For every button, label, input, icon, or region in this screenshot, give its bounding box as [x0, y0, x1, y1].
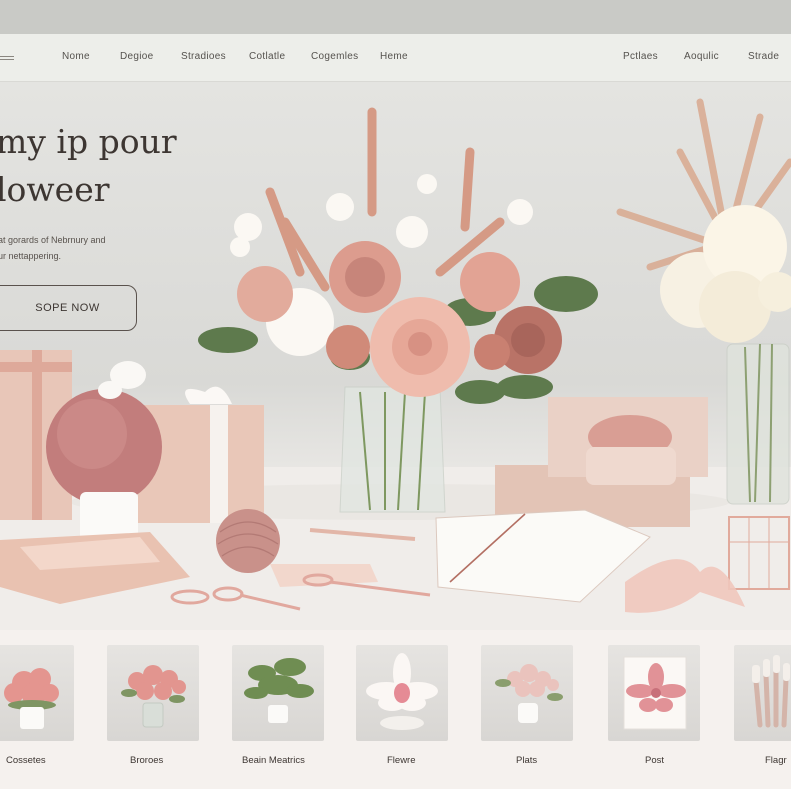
- white-lily-bowl-icon: [366, 653, 438, 730]
- category-card-image: [608, 645, 700, 741]
- category-label-cossetes[interactable]: Cossetes: [6, 755, 46, 766]
- nav-item-nome[interactable]: Nome: [62, 51, 90, 62]
- pink-carnation-pot-icon: [4, 668, 59, 729]
- hero-title-line-1: my ip pour: [0, 122, 177, 161]
- category-card-image: [0, 645, 74, 741]
- category-label-flagr[interactable]: Flagr: [765, 755, 787, 766]
- category-card-plats[interactable]: [481, 645, 573, 741]
- green-fern-pot-icon: [244, 658, 314, 723]
- hero-subtitle-line-1: at gorards of Nebrnury and: [0, 235, 106, 245]
- category-card-broroes[interactable]: [107, 645, 199, 741]
- blush-flower-vase-icon: [495, 664, 563, 723]
- brush-set-icon: [752, 655, 790, 728]
- category-card-flewre[interactable]: [356, 645, 448, 741]
- category-card-image: [107, 645, 199, 741]
- nav-item-stradioes[interactable]: Stradioes: [181, 51, 226, 62]
- hero-section: my ip pour loweer at gorards of Nebrnury…: [0, 82, 791, 630]
- category-card-image: [356, 645, 448, 741]
- hero-subtitle-line-2: ur nettappering.: [0, 251, 62, 261]
- gift-box-right: [495, 397, 708, 527]
- nav-item-cogemles[interactable]: Cogemles: [311, 51, 358, 62]
- hero-product-scene: [0, 98, 791, 630]
- category-card-image: [232, 645, 324, 741]
- category-card-beain-meatrics[interactable]: [232, 645, 324, 741]
- category-label-post[interactable]: Post: [645, 755, 664, 766]
- top-navigation: Nome Degioe Stradioes Cotlatle Cogemles …: [0, 34, 791, 82]
- browser-top-band: [0, 0, 791, 34]
- category-label-beain-meatrics[interactable]: Beain Meatrics: [242, 755, 305, 766]
- nav-item-degioe[interactable]: Degioe: [120, 51, 154, 62]
- nav-item-strade[interactable]: Strade: [748, 51, 779, 62]
- category-card-post[interactable]: [608, 645, 700, 741]
- pink-bouquet-vase-icon: [121, 665, 186, 728]
- nav-item-heme[interactable]: Heme: [380, 51, 408, 62]
- category-card-image: [734, 645, 791, 741]
- nav-item-cotlatle[interactable]: Cotlatle: [249, 51, 285, 62]
- nav-item-pctlaes[interactable]: Pctlaes: [623, 51, 658, 62]
- nav-item-aoqulic[interactable]: Aoqulic: [684, 51, 719, 62]
- hero-title-line-2: loweer: [0, 170, 110, 209]
- pink-orchid-card-icon: [623, 656, 687, 730]
- category-label-flewre[interactable]: Flewre: [387, 755, 416, 766]
- category-card-cossetes[interactable]: [0, 645, 74, 741]
- nav-menu-icon[interactable]: [0, 56, 14, 60]
- category-card-flagr[interactable]: [734, 645, 791, 741]
- shop-now-button[interactable]: SOPE NOW: [0, 285, 137, 331]
- category-card-image: [481, 645, 573, 741]
- category-label-plats[interactable]: Plats: [516, 755, 537, 766]
- category-strip: Cossetes Broroes Beain Meatrics Flewre P…: [0, 630, 791, 789]
- category-label-broroes[interactable]: Broroes: [130, 755, 163, 766]
